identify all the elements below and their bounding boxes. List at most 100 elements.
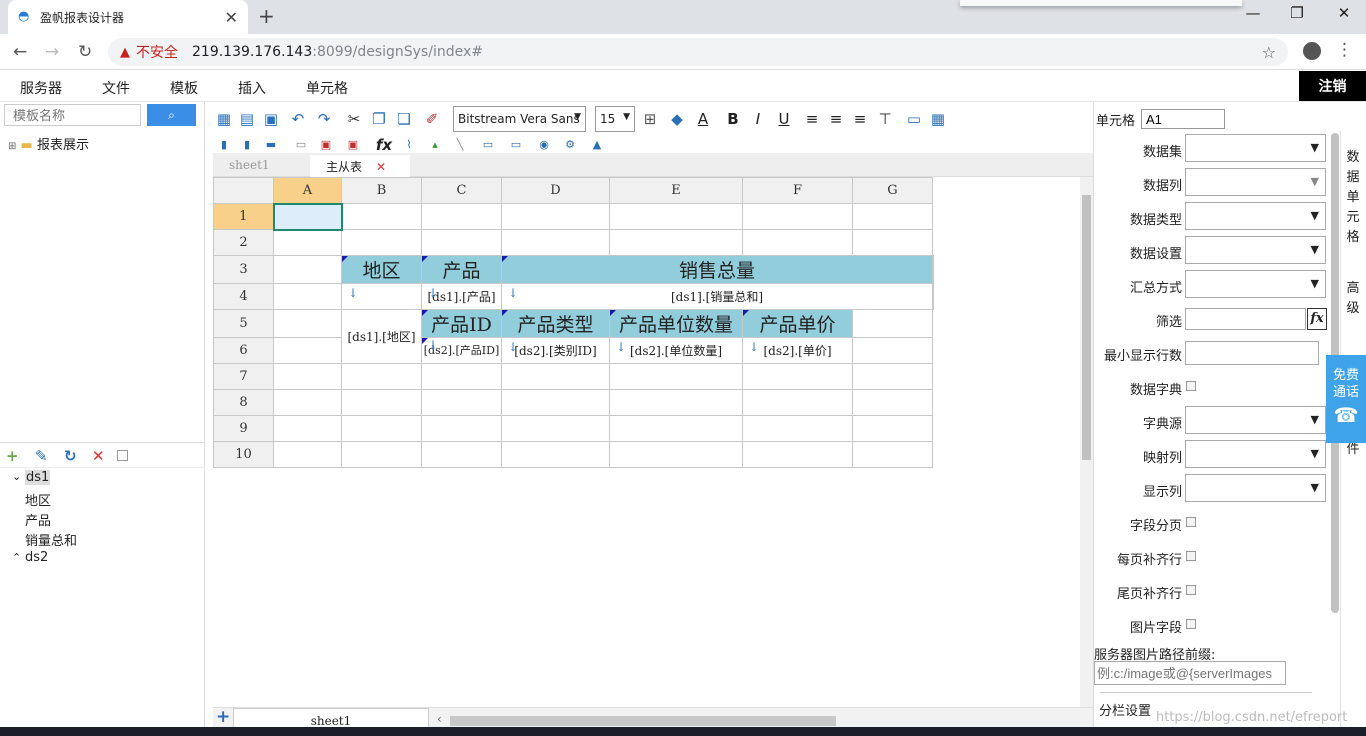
frame-icon[interactable]: ▭ bbox=[479, 138, 497, 151]
line-chart-icon[interactable]: ⌇ bbox=[400, 138, 418, 151]
close-window-button[interactable]: ✕ bbox=[1329, 4, 1359, 22]
cell-b4[interactable]: ↓ bbox=[341, 283, 422, 310]
cell[interactable] bbox=[852, 415, 933, 442]
menu-template[interactable]: 模板 bbox=[170, 78, 198, 98]
data-type-select[interactable]: ▼ bbox=[1185, 202, 1326, 230]
cell[interactable] bbox=[852, 229, 933, 256]
cell[interactable] bbox=[421, 229, 502, 256]
cut-icon[interactable]: ✂ bbox=[345, 110, 363, 128]
font-color-icon[interactable]: A bbox=[694, 110, 712, 128]
paste-icon[interactable]: ❏ bbox=[395, 110, 413, 128]
col-header[interactable]: A bbox=[273, 177, 342, 204]
side-tab-event[interactable]: 件 bbox=[1343, 440, 1363, 460]
cell[interactable] bbox=[852, 309, 933, 338]
free-call-button[interactable]: 免费通话 ☎ bbox=[1326, 355, 1366, 443]
cell-b3[interactable]: 地区 bbox=[341, 255, 422, 284]
cell[interactable] bbox=[742, 389, 853, 416]
cell[interactable] bbox=[501, 441, 610, 468]
cell[interactable] bbox=[742, 363, 853, 390]
row-header[interactable]: 1 bbox=[213, 203, 274, 230]
url-bar[interactable]: ▲ 不安全 219.139.176.143 :8099/designSys/in… bbox=[108, 38, 1288, 66]
cell[interactable] bbox=[273, 309, 342, 338]
cell[interactable] bbox=[421, 363, 502, 390]
cell[interactable] bbox=[742, 441, 853, 468]
cell[interactable] bbox=[501, 203, 610, 230]
undo-icon[interactable]: ↶ bbox=[289, 110, 307, 128]
cell[interactable] bbox=[609, 389, 743, 416]
grid-icon[interactable]: ▦ bbox=[929, 110, 947, 128]
cell[interactable] bbox=[273, 283, 342, 310]
more-menu-icon[interactable]: ⋮ bbox=[1336, 40, 1353, 60]
cell-d6[interactable]: ↓ [ds2].[类别ID] bbox=[501, 337, 610, 364]
cell-d4[interactable]: ↓ [ds1].[销量总和] bbox=[501, 283, 933, 310]
dataset-ds1[interactable]: ds1 bbox=[25, 470, 51, 485]
cell[interactable] bbox=[852, 389, 933, 416]
filter-input[interactable] bbox=[1185, 308, 1306, 330]
cell-b5[interactable]: [ds1].[地区] bbox=[341, 309, 422, 364]
cell[interactable] bbox=[341, 229, 422, 256]
cell[interactable] bbox=[852, 203, 933, 230]
logout-button[interactable]: 注销 bbox=[1299, 71, 1366, 101]
cell[interactable] bbox=[501, 389, 610, 416]
cell[interactable] bbox=[742, 229, 853, 256]
font-size-select[interactable]: 15 ▼ bbox=[595, 106, 635, 132]
cell[interactable] bbox=[341, 389, 422, 416]
cell[interactable] bbox=[609, 363, 743, 390]
delete-dataset-icon[interactable]: ✕ bbox=[92, 447, 105, 465]
add-sheet-icon[interactable]: + bbox=[216, 707, 230, 727]
cell-e5[interactable]: 产品单位数量 bbox=[609, 309, 743, 338]
col-header[interactable]: D bbox=[501, 177, 610, 204]
cell[interactable] bbox=[742, 415, 853, 442]
align-center-icon[interactable]: ≡ bbox=[827, 110, 845, 128]
preview-icon[interactable]: ◉ bbox=[535, 138, 553, 151]
browser-tab[interactable]: ◓ 盈帆报表设计器 ✕ bbox=[8, 0, 248, 34]
cell-d3[interactable]: 销售总量 bbox=[501, 255, 933, 284]
italic-icon[interactable]: I bbox=[749, 110, 767, 128]
new-tab-button[interactable]: + bbox=[258, 4, 275, 28]
cell-c5[interactable]: 产品ID bbox=[421, 309, 502, 338]
cell[interactable] bbox=[501, 229, 610, 256]
back-icon[interactable]: ← bbox=[13, 42, 27, 62]
valign-icon[interactable]: ⊤ bbox=[876, 110, 894, 128]
new-file-icon[interactable]: ▤ bbox=[238, 110, 256, 128]
underline-icon[interactable]: U bbox=[775, 110, 793, 128]
add-dataset-icon[interactable]: + bbox=[6, 447, 19, 465]
cell-address-input[interactable] bbox=[1141, 109, 1225, 129]
cell[interactable] bbox=[609, 441, 743, 468]
data-column-select[interactable]: ▼ bbox=[1185, 168, 1326, 196]
cell[interactable] bbox=[742, 203, 853, 230]
align-left-icon[interactable]: ≡ bbox=[803, 110, 821, 128]
slash-icon[interactable]: ╲ bbox=[451, 138, 469, 151]
cell[interactable] bbox=[852, 441, 933, 468]
cell[interactable] bbox=[501, 363, 610, 390]
delete-row-icon[interactable]: ▬ bbox=[262, 138, 280, 151]
maximize-button[interactable]: ❐ bbox=[1282, 4, 1312, 22]
mapping-column-select[interactable]: ▼ bbox=[1185, 440, 1326, 468]
close-icon[interactable]: ✕ bbox=[376, 160, 386, 174]
field-region[interactable]: 地区 bbox=[25, 490, 51, 509]
fill-each-page-checkbox[interactable] bbox=[1186, 551, 1196, 561]
tab-close-icon[interactable]: ✕ bbox=[225, 8, 238, 27]
field-paging-checkbox[interactable] bbox=[1186, 517, 1196, 527]
template-search-input[interactable] bbox=[4, 104, 141, 126]
lock-icon[interactable]: ▲ bbox=[588, 138, 606, 151]
forward-icon[interactable]: → bbox=[45, 42, 59, 62]
dictionary-checkbox[interactable] bbox=[1186, 381, 1196, 391]
function-icon[interactable]: fx bbox=[375, 136, 393, 154]
scroll-left-icon[interactable]: ‹ bbox=[437, 712, 442, 726]
bar-chart-icon[interactable]: ▴ bbox=[426, 138, 444, 151]
row-header[interactable]: 4 bbox=[213, 283, 274, 310]
cell[interactable] bbox=[852, 363, 933, 390]
min-rows-input[interactable] bbox=[1185, 341, 1319, 365]
cell[interactable] bbox=[609, 203, 743, 230]
cell[interactable] bbox=[341, 363, 422, 390]
minimize-button[interactable]: — bbox=[1238, 4, 1268, 22]
cell[interactable] bbox=[341, 203, 422, 230]
image-path-input[interactable] bbox=[1094, 661, 1286, 685]
row-header[interactable]: 5 bbox=[213, 309, 274, 338]
cell[interactable] bbox=[273, 363, 342, 390]
cell[interactable] bbox=[421, 203, 502, 230]
field-product[interactable]: 产品 bbox=[25, 510, 51, 529]
row-header[interactable]: 6 bbox=[213, 337, 274, 364]
search-button[interactable]: ⌕ bbox=[147, 104, 196, 126]
